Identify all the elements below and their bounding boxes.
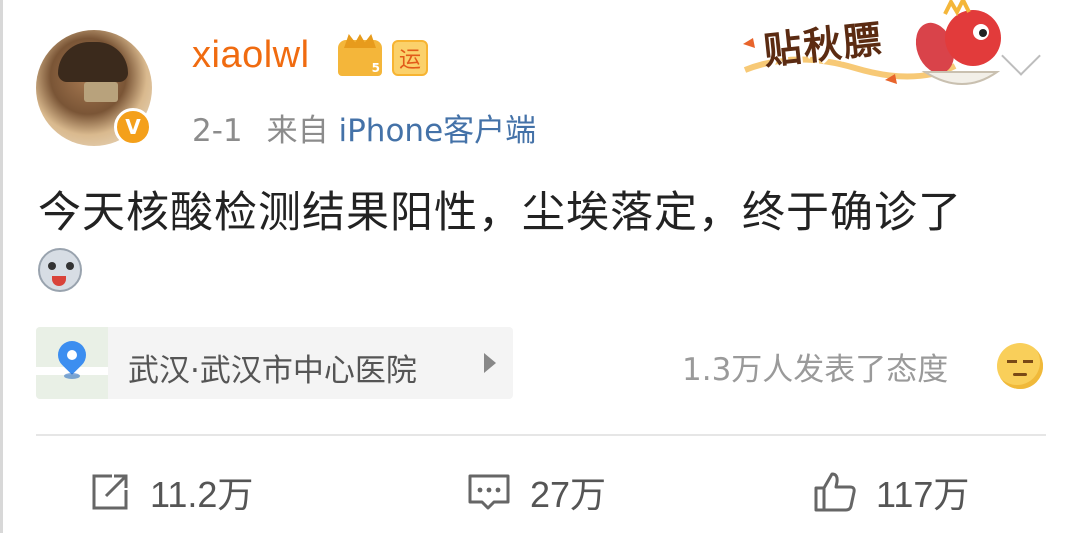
avatar-hair [58,42,128,82]
post-time: 2-1 [192,113,243,149]
post-meta: 2-1 来自 iPhone客户端 [192,105,536,150]
vip-crown-icon[interactable]: 5 [338,40,382,76]
comment-button[interactable]: 27万 [466,468,606,516]
location-pin-icon [52,335,92,375]
repost-icon [92,474,128,510]
source-link[interactable]: iPhone客户端 [339,113,537,149]
repost-count: 11.2万 [150,474,254,515]
location-label: 武汉·武汉市中心医院 [128,353,417,389]
comment-icon [468,474,510,510]
sticker-decoration[interactable]: 贴秋膘 [735,0,1005,95]
luck-badge-icon[interactable]: 运 [392,40,428,76]
left-edge-border [0,0,3,533]
username[interactable]: xiaolwl [192,34,310,77]
reaction-summary[interactable]: 1.3万人发表了态度 [682,344,948,389]
verified-v-icon: V [114,108,152,146]
like-icon [814,472,856,512]
post-text: 今天核酸检测结果阳性，尘埃落定，终于确诊了 [38,188,962,238]
like-count: 117万 [876,474,970,515]
divider [36,434,1046,436]
vip-level: 5 [371,61,380,75]
sad-face-emoji-icon [38,248,82,292]
chevron-down-icon[interactable] [1001,36,1041,76]
like-button[interactable]: 117万 [812,468,969,516]
pin-shadow [64,373,80,379]
avatar-camera [84,82,118,102]
repost-button[interactable]: 11.2万 [88,468,253,516]
reaction-emoji-icon[interactable] [997,343,1043,389]
play-arrow-icon [484,353,496,373]
location-chip[interactable]: 武汉·武汉市中心医院 [36,327,513,399]
source-prefix: 来自 [266,113,329,149]
comment-count: 27万 [530,474,607,515]
map-thumbnail [36,327,108,399]
